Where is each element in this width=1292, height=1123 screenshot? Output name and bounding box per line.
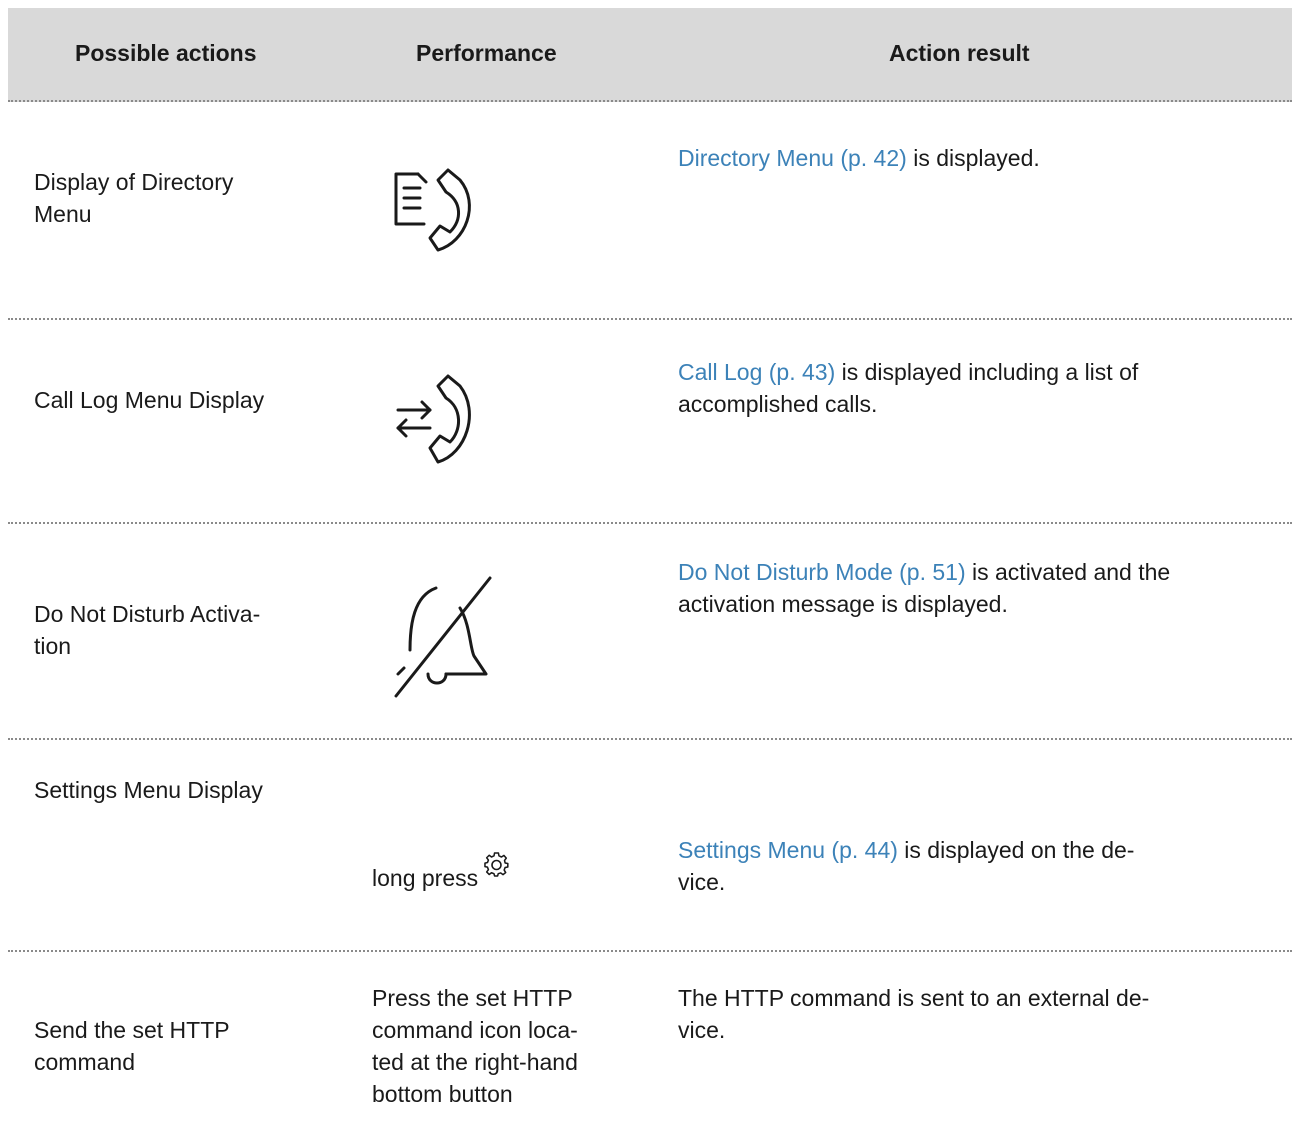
result-text: is activated and the xyxy=(965,559,1171,585)
result-text: is displayed. xyxy=(906,145,1040,171)
table-row: Send the set HTTP command Press the set … xyxy=(8,952,1292,1123)
table-row: Settings Menu Display long press Setting… xyxy=(8,740,1292,952)
action-text-line: command xyxy=(34,1049,135,1075)
result-text: The HTTP command is sent to an external … xyxy=(678,985,1150,1011)
action-text-line: Display of Directory xyxy=(34,169,234,195)
result-cell: Settings Menu (p. 44) is displayed on th… xyxy=(678,834,1268,898)
call-log-phone-icon xyxy=(390,368,486,472)
action-text-line: Settings Menu Display xyxy=(34,777,263,803)
bell-off-icon xyxy=(388,574,498,700)
performance-text-line: bottom button xyxy=(372,1081,513,1107)
result-text: activation message is displayed. xyxy=(678,591,1008,617)
action-cell: Do Not Disturb Activa- tion xyxy=(34,598,314,662)
result-text: is displayed including a list of xyxy=(835,359,1139,385)
result-text: is displayed on the de- xyxy=(897,837,1135,863)
table-row: Display of Directory Menu Directory Menu… xyxy=(8,102,1292,320)
call-log-link[interactable]: Call Log (p. 43) xyxy=(678,359,835,385)
action-text-line: Send the set HTTP xyxy=(34,1017,230,1043)
do-not-disturb-link[interactable]: Do Not Disturb Mode (p. 51) xyxy=(678,559,966,585)
action-cell: Display of Directory Menu xyxy=(34,166,314,230)
directory-phone-icon xyxy=(390,164,486,258)
action-text-line: Do Not Disturb Activa- xyxy=(34,601,261,627)
performance-text-line: ted at the right-hand xyxy=(372,1049,578,1075)
result-text: accomplished calls. xyxy=(678,391,878,417)
result-cell: Directory Menu (p. 42) is displayed. xyxy=(678,142,1268,174)
performance-cell: long press xyxy=(372,852,642,894)
header-action-result: Action result xyxy=(889,40,1030,66)
performance-text: long press xyxy=(372,865,479,891)
result-text: vice. xyxy=(678,869,726,895)
action-text-line: Menu xyxy=(34,201,92,227)
performance-cell: Press the set HTTP command icon loca- te… xyxy=(372,982,642,1110)
result-cell: The HTTP command is sent to an external … xyxy=(678,982,1268,1046)
table-header: Possible actions Performance Action resu… xyxy=(8,8,1292,102)
settings-menu-link[interactable]: Settings Menu (p. 44) xyxy=(678,837,898,863)
action-cell: Send the set HTTP command xyxy=(34,1014,314,1078)
action-text-line: tion xyxy=(34,633,72,659)
table-row: Do Not Disturb Activa- tion Do Not Distu… xyxy=(8,524,1292,740)
action-cell: Call Log Menu Display xyxy=(34,384,314,416)
header-possible-actions: Possible actions xyxy=(75,40,257,66)
header-performance: Performance xyxy=(416,40,557,66)
directory-menu-link[interactable]: Directory Menu (p. 42) xyxy=(678,145,907,171)
action-text-line: Call Log Menu Display xyxy=(34,387,265,413)
result-cell: Call Log (p. 43) is displayed including … xyxy=(678,356,1268,420)
performance-text-line: command icon loca- xyxy=(372,1017,578,1043)
result-text: vice. xyxy=(678,1017,726,1043)
result-cell: Do Not Disturb Mode (p. 51) is activated… xyxy=(678,556,1268,620)
gear-icon xyxy=(484,852,510,886)
table-row: Call Log Menu Display Call Log (p. 43) i… xyxy=(8,320,1292,524)
action-cell: Settings Menu Display xyxy=(34,774,314,806)
performance-text-line: Press the set HTTP xyxy=(372,985,573,1011)
